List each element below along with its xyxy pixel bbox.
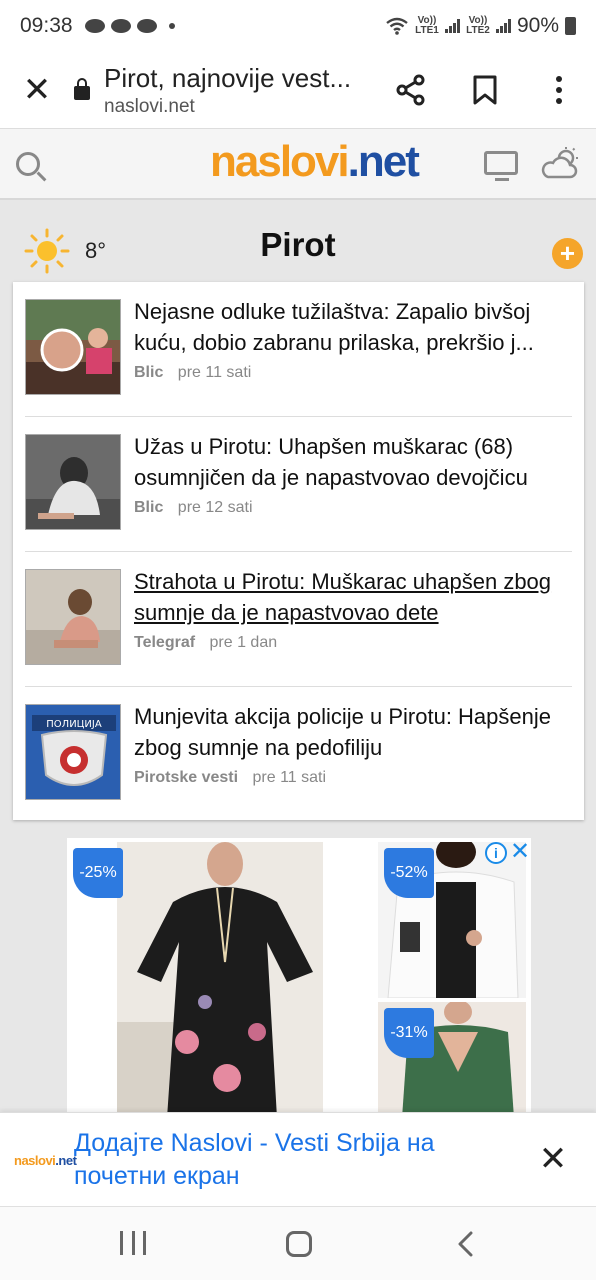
back-icon[interactable] bbox=[456, 1231, 476, 1257]
signal-icon bbox=[495, 19, 511, 33]
lock-icon[interactable] bbox=[74, 78, 90, 100]
news-time: pre 12 sati bbox=[177, 499, 253, 516]
news-thumbnail[interactable] bbox=[25, 569, 121, 665]
close-icon[interactable]: ✕ bbox=[0, 70, 74, 110]
browser-toolbar: ✕ Pirot, najnovije vest... naslovi.net bbox=[0, 52, 596, 128]
news-item[interactable]: Nejasne odluke tužilaštva: Zapalio bivšo… bbox=[13, 282, 584, 417]
share-icon bbox=[396, 74, 425, 106]
more-button[interactable] bbox=[522, 76, 596, 104]
news-source: Blic bbox=[134, 499, 164, 516]
banner-close-icon[interactable]: ✕ bbox=[536, 1139, 570, 1179]
ad-product-dress[interactable]: -25% bbox=[117, 842, 323, 1118]
add-location-button[interactable]: + bbox=[552, 238, 583, 269]
sim1-label: Vo)) LTE1 bbox=[415, 15, 439, 36]
bookmark-icon bbox=[473, 75, 497, 105]
news-headline[interactable]: Strahota u Pirotu: Muškarac uhapšen zbog… bbox=[134, 566, 574, 628]
police-badge-text: ПОЛИЦИЈА bbox=[46, 719, 102, 730]
weather-icon[interactable] bbox=[540, 147, 580, 181]
ad-close-icon[interactable]: ✕ bbox=[509, 838, 531, 866]
url-box[interactable]: Pirot, najnovije vest... naslovi.net bbox=[104, 63, 374, 118]
ad-info-icon[interactable]: i bbox=[485, 842, 507, 864]
news-time: pre 11 sati bbox=[252, 769, 327, 786]
bookmark-button[interactable] bbox=[448, 75, 522, 105]
add-to-home-text[interactable]: Додајте Naslovi - Vesti Srbija на почетн… bbox=[74, 1127, 494, 1193]
news-headline[interactable]: Munjevita akcija policije u Pirotu: Hapš… bbox=[134, 701, 574, 763]
notification-icons bbox=[84, 19, 175, 33]
battery-icon bbox=[565, 17, 576, 35]
recent-apps-icon[interactable] bbox=[120, 1231, 146, 1255]
news-headline[interactable]: Užas u Pirotu: Uhapšen muškarac (68) osu… bbox=[134, 431, 574, 493]
site-header: naslovi.net bbox=[0, 128, 596, 200]
page-domain: naslovi.net bbox=[104, 95, 195, 117]
status-bar: 09:38 Vo)) LTE1 Vo)) LTE2 90% bbox=[0, 0, 596, 52]
news-source: Pirotske vesti bbox=[134, 769, 239, 786]
search-icon[interactable] bbox=[16, 151, 40, 176]
news-thumbnail[interactable] bbox=[25, 299, 121, 395]
notification-icon bbox=[84, 19, 105, 33]
battery-percent: 90% bbox=[516, 14, 559, 37]
news-thumbnail[interactable]: ПОЛИЦИЈА bbox=[25, 704, 121, 800]
discount-tag: -31% bbox=[384, 1008, 434, 1058]
news-source: Blic bbox=[134, 364, 164, 381]
news-list: Nejasne odluke tužilaštva: Zapalio bivšo… bbox=[13, 282, 584, 820]
status-time: 09:38 bbox=[20, 14, 73, 37]
ad-product-top[interactable]: -31% bbox=[378, 1002, 526, 1118]
news-time: pre 11 sati bbox=[177, 364, 252, 381]
news-item[interactable]: Užas u Pirotu: Uhapšen muškarac (68) osu… bbox=[13, 417, 584, 552]
ad-product-jacket[interactable]: -52% bbox=[378, 842, 526, 998]
system-nav-bar bbox=[0, 1206, 596, 1280]
notification-icon bbox=[136, 19, 157, 33]
signal-icon bbox=[444, 19, 460, 33]
wifi-icon bbox=[386, 17, 408, 35]
discount-tag: -52% bbox=[384, 848, 434, 898]
news-item[interactable]: Strahota u Pirotu: Muškarac uhapšen zbog… bbox=[13, 552, 584, 687]
sim2-label: Vo)) LTE2 bbox=[466, 15, 490, 36]
site-logo[interactable]: naslovi.net bbox=[210, 137, 420, 187]
notification-icon bbox=[110, 19, 131, 33]
app-logo: naslovi.net bbox=[14, 1153, 77, 1168]
news-headline[interactable]: Nejasne odluke tužilaštva: Zapalio bivšo… bbox=[134, 296, 574, 358]
more-icon bbox=[556, 76, 562, 104]
add-to-home-banner[interactable]: naslovi.net Додајте Naslovi - Vesti Srbi… bbox=[0, 1112, 596, 1206]
news-meta: Telegraf pre 1 dan bbox=[134, 634, 277, 652]
news-source: Telegraf bbox=[134, 634, 196, 651]
news-item[interactable]: ПОЛИЦИЈА Munjevita akcija policije u Pir… bbox=[13, 687, 584, 822]
monitor-icon[interactable] bbox=[484, 151, 518, 181]
city-title: Pirot bbox=[260, 226, 336, 263]
news-meta: Blic pre 12 sati bbox=[134, 499, 253, 517]
discount-tag: -25% bbox=[73, 848, 123, 898]
news-thumbnail[interactable] bbox=[25, 434, 121, 530]
share-button[interactable] bbox=[374, 74, 448, 106]
news-meta: Blic pre 11 sati bbox=[134, 364, 251, 382]
news-time: pre 1 dan bbox=[209, 634, 278, 651]
news-meta: Pirotske vesti pre 11 sati bbox=[134, 769, 326, 787]
home-icon[interactable] bbox=[286, 1231, 312, 1257]
more-notifications-icon bbox=[168, 23, 175, 29]
page-title: Pirot, najnovije vest... bbox=[104, 62, 352, 93]
advertisement[interactable]: -25% -25% -52% -31% i ✕ bbox=[67, 838, 531, 1118]
